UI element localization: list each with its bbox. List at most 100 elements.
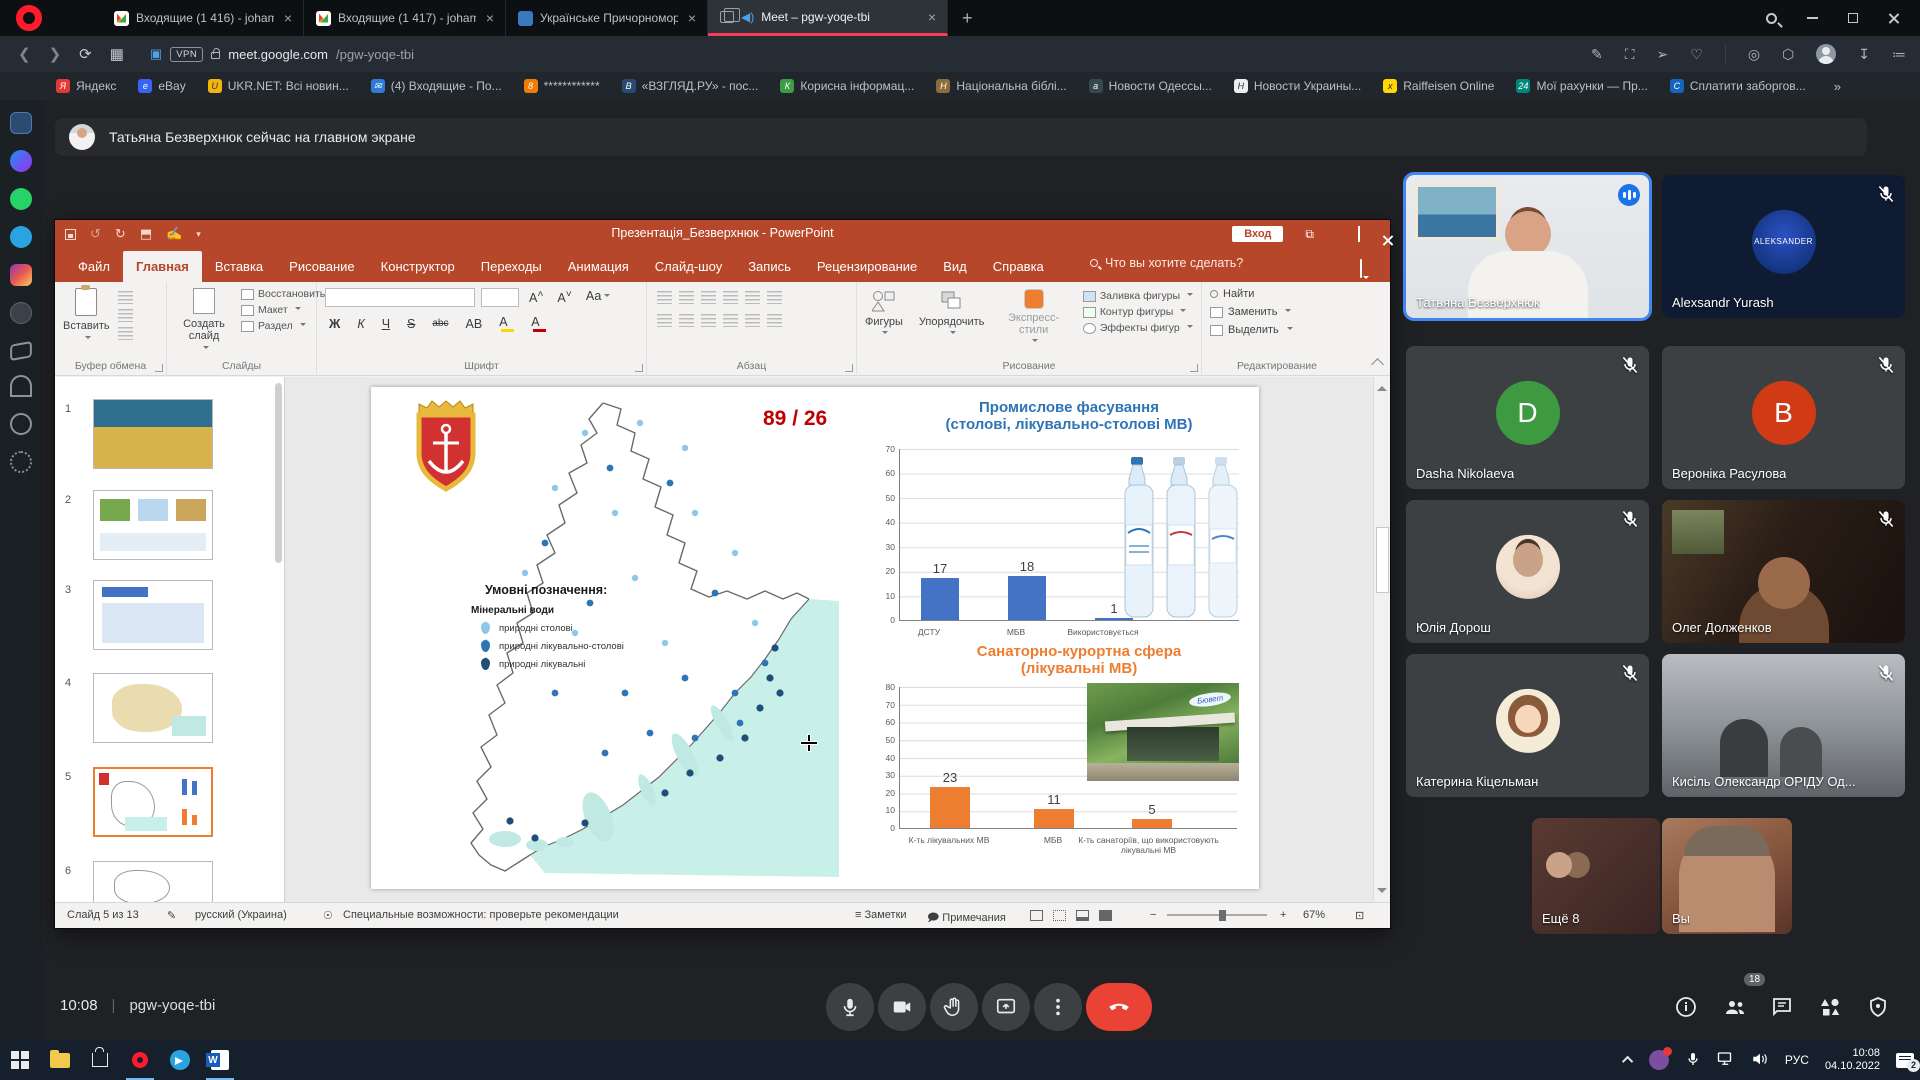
tile-kateryna-kitselman[interactable]: Катерина Кіцельман: [1406, 654, 1649, 797]
tray-mic-icon[interactable]: [1685, 1051, 1701, 1070]
bookmark-splatyty[interactable]: ССплатити заборгов...: [1670, 79, 1806, 93]
bookmark-novosti-odessy[interactable]: аНовости Одессы...: [1089, 79, 1212, 93]
vpn-badge[interactable]: VPN: [170, 47, 203, 62]
messenger-icon[interactable]: [10, 150, 32, 172]
profile-avatar[interactable]: [1816, 44, 1836, 64]
bookmarks-overflow-icon[interactable]: »: [1834, 79, 1841, 94]
host-controls-button[interactable]: [1866, 995, 1890, 1019]
change-case-button[interactable]: Аа: [582, 288, 614, 307]
tab-home[interactable]: Главная: [123, 251, 202, 282]
tile-oleg-dolzhenkov[interactable]: Олег Долженков: [1662, 500, 1905, 643]
slide-thumbnail-4[interactable]: [93, 673, 213, 743]
shape-fill-button[interactable]: Заливка фигуры: [1083, 290, 1193, 302]
ppt-restore-button[interactable]: [1358, 227, 1360, 241]
comments-button[interactable]: 🗩 Примечания: [927, 909, 1006, 928]
align-center-icon[interactable]: [679, 314, 694, 327]
ink-icon[interactable]: ✎: [167, 909, 176, 922]
view-buttons[interactable]: [1030, 909, 1122, 921]
tab-design[interactable]: Конструктор: [368, 251, 468, 282]
tab-view[interactable]: Вид: [930, 251, 980, 282]
settings-gear-icon[interactable]: [10, 451, 32, 473]
bookmark-masked[interactable]: 8************: [524, 79, 600, 93]
network-icon[interactable]: [1717, 1051, 1735, 1070]
slide-thumbnail-6[interactable]: [93, 861, 213, 902]
opera-logo-icon[interactable]: [16, 5, 42, 31]
search-icon[interactable]: [1766, 13, 1777, 24]
font-dialog-launcher[interactable]: [635, 364, 643, 372]
numbering-icon[interactable]: [679, 291, 694, 304]
abc-strike-button[interactable]: abc: [428, 317, 452, 330]
my-flow-icon[interactable]: [10, 341, 32, 361]
chat-button[interactable]: [1770, 995, 1794, 1019]
scrollbar-thumb[interactable]: [1376, 527, 1389, 593]
language-indicator[interactable]: русский (Украина): [195, 909, 287, 921]
tab-draw[interactable]: Рисование: [276, 251, 367, 282]
camera-button[interactable]: [878, 983, 926, 1031]
paste-button[interactable]: Вставить: [63, 288, 110, 342]
slide-thumbnail-3[interactable]: [93, 580, 213, 650]
tab-help[interactable]: Справка: [980, 251, 1057, 282]
bookmark-raiffeisen[interactable]: xRaiffeisen Online: [1383, 79, 1494, 93]
clipboard-dialog-launcher[interactable]: [155, 364, 163, 372]
taskbar-app-blue-icon[interactable]: [160, 1040, 200, 1080]
back-icon[interactable]: ❮: [18, 45, 31, 63]
tile-tatiana-bezverkhniuk[interactable]: Татьяна Безверхнюк: [1406, 175, 1649, 318]
increase-indent-icon[interactable]: [723, 291, 738, 304]
aria-icon[interactable]: ◎: [1748, 46, 1760, 63]
minimize-button[interactable]: [1807, 17, 1818, 19]
participants-button[interactable]: [1723, 995, 1747, 1019]
tab-meet-active[interactable]: ◀) Meet – pgw-yoqe-tbi ×: [708, 0, 948, 36]
bookmark-inbox[interactable]: ✉(4) Входящие - По...: [371, 79, 502, 93]
decrease-indent-icon[interactable]: [701, 291, 716, 304]
scroll-up-icon[interactable]: [1377, 381, 1387, 391]
bookmark-yandex[interactable]: ЯЯндекс: [56, 79, 116, 93]
strikethrough-button[interactable]: S: [403, 316, 419, 332]
slide-canvas[interactable]: 89 / 26: [371, 387, 1259, 889]
forward-icon[interactable]: ❯: [49, 45, 62, 63]
start-button[interactable]: [0, 1040, 40, 1080]
drawing-dialog-launcher[interactable]: [1190, 364, 1198, 372]
bookmark-moi-rakhunky[interactable]: 24Мої рахунки — Пр...: [1516, 79, 1647, 93]
document-scrollbar[interactable]: [1373, 377, 1390, 902]
collapse-ribbon-icon[interactable]: [1371, 358, 1384, 371]
tray-expand-icon[interactable]: [1622, 1056, 1633, 1067]
bookmark-ebay[interactable]: eeBay: [138, 79, 185, 93]
info-button[interactable]: [1674, 995, 1698, 1019]
tile-kysil-oleksandr[interactable]: Кисіль Олександр ОРІДУ Од...: [1662, 654, 1905, 797]
tile-more-participants[interactable]: Ещё 8: [1532, 818, 1660, 934]
taskbar-clock[interactable]: 10:08 04.10.2022: [1825, 1047, 1880, 1073]
tab-transitions[interactable]: Переходы: [468, 251, 555, 282]
quick-styles-button[interactable]: Экспресс-стили: [1000, 290, 1066, 348]
favorites-heart-icon[interactable]: [10, 375, 32, 397]
replace-button[interactable]: Заменить: [1210, 306, 1344, 318]
heart-icon[interactable]: ♡: [1690, 46, 1703, 63]
new-slide-button[interactable]: Создать слайд: [175, 288, 233, 352]
bookmark-ukrnet[interactable]: UUKR.NET: Всі новин...: [208, 79, 349, 93]
tile-dasha-nikolaeva[interactable]: D Dasha Nikolaeva: [1406, 346, 1649, 489]
line-spacing-icon[interactable]: [745, 291, 760, 304]
scroll-down-icon[interactable]: [1377, 888, 1387, 898]
underline-button[interactable]: Ч: [378, 316, 394, 332]
slide-thumbnail-5-selected[interactable]: [93, 767, 213, 837]
mic-button[interactable]: [826, 983, 874, 1031]
accessibility-status[interactable]: Специальные возможности: проверьте реком…: [343, 909, 619, 921]
tab-animations[interactable]: Анимация: [555, 251, 642, 282]
align-left-icon[interactable]: [657, 314, 672, 327]
taskbar-opera-icon[interactable]: [120, 1040, 160, 1080]
tile-veronika-rasulova[interactable]: В Вероніка Расулова: [1662, 346, 1905, 489]
more-options-button[interactable]: [1034, 983, 1082, 1031]
maximize-button[interactable]: [1848, 13, 1858, 23]
paragraph-dialog-launcher[interactable]: [845, 364, 853, 372]
cut-icon[interactable]: [118, 291, 133, 304]
taskbar-word-icon[interactable]: W: [200, 1040, 240, 1080]
find-button[interactable]: Найти: [1210, 288, 1344, 300]
url-field[interactable]: ▣ VPN meet.google.com/pgw-yoqe-tbi: [150, 46, 414, 62]
zoom-out-button[interactable]: −: [1150, 909, 1156, 921]
tab-close-icon[interactable]: ×: [925, 9, 939, 25]
feedback-comment-icon[interactable]: [1360, 260, 1362, 278]
sign-in-button[interactable]: Вход: [1232, 226, 1283, 242]
tab-slideshow[interactable]: Слайд-шоу: [642, 251, 735, 282]
shrink-font-button[interactable]: А˅: [553, 288, 575, 307]
player-icon[interactable]: [10, 302, 32, 324]
bookmark-novosti-ukrainy[interactable]: ННовости Украины...: [1234, 79, 1361, 93]
